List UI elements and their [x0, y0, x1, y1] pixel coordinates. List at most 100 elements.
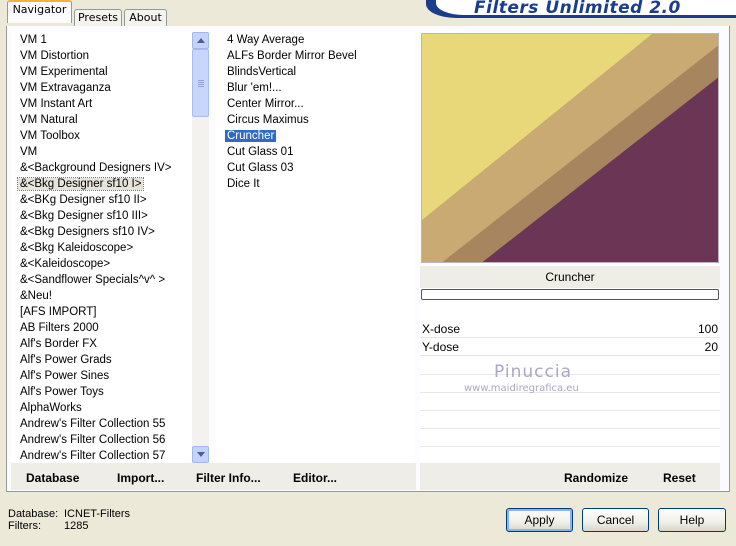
list-item[interactable]: &<Sandflower Specials^v^ >: [18, 272, 192, 288]
list-item[interactable]: VM 1: [18, 32, 192, 48]
list-item-label: Alf's Power Toys: [20, 386, 104, 398]
category-scrollbar[interactable]: [192, 32, 209, 463]
list-item[interactable]: VM Extravaganza: [18, 80, 192, 96]
list-item[interactable]: ALFs Border Mirror Bevel: [225, 48, 415, 64]
list-item[interactable]: Alf's Power Sines: [18, 368, 192, 384]
progress-bar: [421, 289, 719, 300]
list-item[interactable]: Andrew's Filter Collection 55: [18, 416, 192, 432]
slider-y-dose[interactable]: Y-dose 20: [420, 338, 720, 356]
import-button[interactable]: Import...: [117, 471, 164, 485]
list-item[interactable]: VM: [18, 144, 192, 160]
grip-line: [198, 80, 204, 81]
list-item[interactable]: 4 Way Average: [225, 32, 415, 48]
slider-x-dose[interactable]: X-dose 100: [420, 320, 720, 338]
list-item[interactable]: &<Bkg Designers sf10 IV>: [18, 224, 192, 240]
filters-value: 1285: [64, 520, 89, 532]
list-item[interactable]: Circus Maximus: [225, 112, 415, 128]
scroll-up-button[interactable]: [192, 32, 209, 49]
category-list[interactable]: VM 1 VM Distortion VM Experimental VM Extra…: [12, 32, 192, 463]
list-item-label: VM Distortion: [20, 50, 90, 62]
list-item[interactable]: &<Bkg Designer sf10 III>: [18, 208, 192, 224]
list-item-label: VM: [20, 146, 38, 158]
list-item-label: &<BKg Designer sf10 II>: [20, 194, 147, 206]
list-item-label: 4 Way Average: [227, 34, 305, 46]
list-item-label: &<Kaleidoscope>: [20, 258, 111, 270]
editor-button[interactable]: Editor...: [293, 471, 337, 485]
database-label: Database:: [8, 508, 59, 520]
list-item[interactable]: AB Filters 2000: [18, 320, 192, 336]
title-banner: Filters Unlimited 2.0: [426, 0, 736, 18]
tab-presets[interactable]: Presets: [74, 9, 122, 27]
list-item-label: &<Sandflower Specials^v^ >: [20, 274, 166, 286]
list-item-label: &<Background Designers IV>: [20, 162, 172, 174]
list-item-label: Andrew's Filter Collection 55: [20, 418, 166, 430]
list-item-label: VM Natural: [20, 114, 78, 126]
filter-info-button[interactable]: Filter Info...: [196, 471, 261, 485]
list-item[interactable]: Blur 'em!...: [225, 80, 415, 96]
slider-label: X-dose: [422, 322, 461, 336]
list-item-label: Alf's Power Sines: [20, 370, 110, 382]
tab-navigator[interactable]: Navigator: [7, 0, 72, 23]
tab-about-label: About: [129, 11, 162, 24]
grip-line: [198, 84, 204, 85]
cancel-button[interactable]: Cancel: [582, 508, 649, 532]
tab-about[interactable]: About: [124, 9, 167, 27]
list-item[interactable]: Andrew's Filter Collection 56: [18, 432, 192, 448]
help-button[interactable]: Help: [658, 508, 726, 532]
list-item[interactable]: BlindsVertical: [225, 64, 415, 80]
list-item-label: Cut Glass 03: [227, 162, 294, 174]
slider-value: 20: [704, 340, 718, 354]
list-item[interactable]: &<Bkg Designer sf10 I>: [16, 176, 192, 192]
randomize-button[interactable]: Randomize: [564, 471, 628, 485]
watermark-name: Pinuccia: [494, 362, 572, 382]
list-item[interactable]: VM Instant Art: [18, 96, 192, 112]
filter-footer: Randomize Reset: [420, 463, 720, 490]
filters-label: Filters:: [8, 520, 41, 532]
list-item[interactable]: &<Background Designers IV>: [18, 160, 192, 176]
banner-title: Filters Unlimited 2.0: [474, 0, 681, 18]
watermark-url: www.maidiregrafica.eu: [464, 383, 579, 394]
list-item[interactable]: &<Bkg Kaleidoscope>: [18, 240, 192, 256]
list-item-label: [AFS IMPORT]: [20, 306, 97, 318]
list-item[interactable]: Alf's Power Toys: [18, 384, 192, 400]
list-item[interactable]: Cut Glass 03: [225, 160, 415, 176]
database-value: ICNET-Filters: [64, 508, 130, 520]
list-item[interactable]: Alf's Power Grads: [18, 352, 192, 368]
list-item-label: VM Toolbox: [20, 130, 80, 142]
list-item[interactable]: Alf's Border FX: [18, 336, 192, 352]
scroll-down-button[interactable]: [192, 446, 209, 463]
list-item-label: &Neu!: [20, 290, 52, 302]
list-item[interactable]: VM Distortion: [18, 48, 192, 64]
database-button[interactable]: Database: [26, 471, 79, 485]
divider: [420, 410, 720, 411]
list-item-label: Dice It: [227, 178, 260, 190]
list-item[interactable]: VM Experimental: [18, 64, 192, 80]
list-item[interactable]: Dice It: [225, 176, 415, 192]
chevron-up-icon: [197, 38, 205, 43]
list-item[interactable]: Center Mirror...: [225, 96, 415, 112]
reset-button[interactable]: Reset: [663, 471, 696, 485]
tab-presets-label: Presets: [77, 11, 119, 24]
list-item-label: Cruncher: [225, 130, 277, 142]
list-item-label: Andrew's Filter Collection 57: [20, 450, 166, 462]
preview-image: [421, 33, 719, 263]
list-item[interactable]: &Neu!: [18, 288, 192, 304]
slider-value: 100: [697, 322, 718, 336]
list-item[interactable]: VM Toolbox: [18, 128, 192, 144]
filter-list[interactable]: 4 Way Average ALFs Border Mirror Bevel Bli…: [216, 32, 415, 463]
chevron-down-icon: [197, 452, 205, 457]
list-item[interactable]: &<BKg Designer sf10 II>: [18, 192, 192, 208]
list-item-label: Cut Glass 01: [227, 146, 294, 158]
list-item[interactable]: AlphaWorks: [18, 400, 192, 416]
list-item-label: Andrew's Filter Collection 56: [20, 434, 166, 446]
list-item[interactable]: VM Natural: [18, 112, 192, 128]
list-item[interactable]: Cruncher: [225, 128, 415, 144]
list-item[interactable]: Andrew's Filter Collection 57: [18, 448, 192, 463]
apply-button[interactable]: Apply: [506, 508, 573, 532]
list-item-label: VM Experimental: [20, 66, 108, 78]
list-item[interactable]: [AFS IMPORT]: [18, 304, 192, 320]
list-item[interactable]: &<Kaleidoscope>: [18, 256, 192, 272]
scroll-thumb[interactable]: [192, 49, 209, 117]
list-item-label: Alf's Border FX: [20, 338, 97, 350]
list-item[interactable]: Cut Glass 01: [225, 144, 415, 160]
